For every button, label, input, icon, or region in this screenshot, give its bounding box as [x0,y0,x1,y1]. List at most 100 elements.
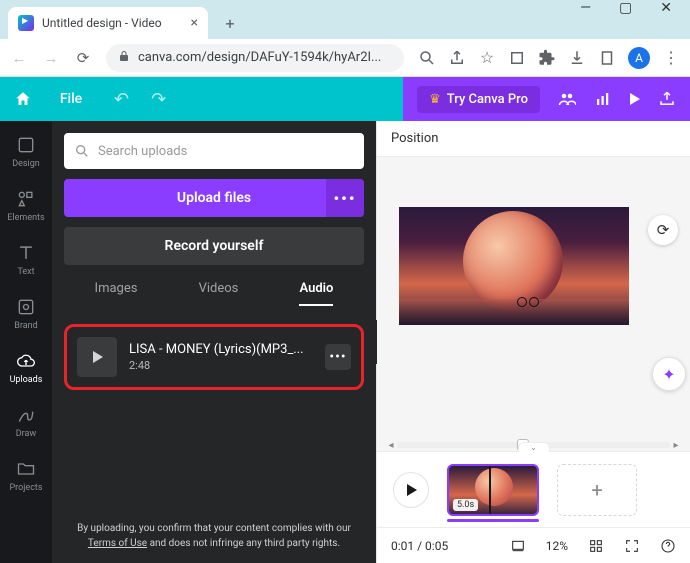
add-page-button[interactable]: + [557,464,637,516]
tab-close-icon[interactable]: × [191,15,198,31]
zoom-icon[interactable] [418,49,436,67]
new-tab-button[interactable]: + [216,9,244,37]
canvas-page[interactable] [399,207,629,325]
search-icon [74,143,90,159]
extensions-icon[interactable] [508,49,526,67]
nav-back-icon[interactable]: ← [10,49,28,67]
file-menu[interactable]: File [46,77,96,121]
toolbar-icons: ☆ A ⋮ [418,47,680,69]
kebab-menu-icon[interactable]: ⋮ [662,49,680,67]
rail-projects[interactable]: Projects [10,459,43,493]
app-header: File ↶ ↷ ♛ Try Canva Pro [0,77,690,121]
try-canva-pro-button[interactable]: ♛ Try Canva Pro [417,86,540,113]
url-text: canva.com/design/DAFuY-1594k/hyAr2I... [138,50,381,65]
search-input[interactable]: Search uploads [64,133,364,169]
bookmark-star-icon[interactable]: ☆ [478,49,496,67]
crown-icon: ♛ [429,92,441,107]
redo-icon[interactable]: ↷ [151,89,166,110]
profile-avatar[interactable]: A [628,47,650,69]
present-play-icon[interactable] [630,93,640,105]
rail-brand[interactable]: Brand [14,297,37,331]
rail-elements[interactable]: Elements [7,189,44,223]
canvas-viewport[interactable]: ⟳ ✦ ◂ ▸ [377,157,690,451]
clip-duration-badge: 5.0s [453,499,478,511]
rail-uploads-label: Uploads [10,375,43,385]
timeline: ⌄ 5.0s + [377,451,690,527]
rail-uploads[interactable]: Uploads [10,351,43,385]
audio-duration: 2:48 [129,359,313,372]
play-icon [93,351,103,363]
nav-reload-icon[interactable]: ⟳ [74,49,92,67]
window-controls: — ▢ ✕ [580,0,690,18]
clip-thumbnail [475,468,513,506]
upload-files-label: Upload files [177,190,251,206]
bottom-bar: 0:01 / 0:05 12% [377,527,690,563]
upload-files-button[interactable]: Upload files ••• [64,179,364,217]
rail-draw-label: Draw [16,429,36,439]
main-row: Design Elements Text Brand Uploads Draw … [0,121,690,563]
audio-play-button[interactable] [77,337,117,377]
try-pro-label: Try Canva Pro [447,92,528,107]
tab-videos[interactable]: Videos [199,281,239,306]
upload-more-button[interactable]: ••• [326,179,364,217]
nav-forward-icon[interactable]: → [42,49,60,67]
timeline-play-button[interactable] [393,472,429,508]
artwork-moon [463,211,563,311]
magic-button[interactable]: ✦ [652,357,686,391]
tab-images[interactable]: Images [95,281,138,306]
notes-icon[interactable] [510,538,526,554]
timeline-clip[interactable]: 5.0s [447,464,539,516]
terms-of-use-link[interactable]: Terms of Use [88,538,147,549]
record-yourself-button[interactable]: Record yourself [64,227,364,265]
zoom-level[interactable]: 12% [546,539,568,553]
position-button[interactable]: Position [391,131,438,146]
audio-upload-item[interactable]: LISA - MONEY (Lyrics)(MP3_... 2:48 ••• [64,324,364,390]
home-button[interactable] [0,77,46,121]
rail-design-label: Design [12,159,40,169]
rotate-page-button[interactable]: ⟳ [648,215,678,245]
rail-text-label: Text [17,267,34,277]
rail-design[interactable]: Design [12,135,40,169]
timeline-clip-wrap: 5.0s [447,464,539,516]
rail-brand-label: Brand [14,321,37,331]
window-close[interactable]: ✕ [660,0,672,18]
share-icon[interactable] [448,49,466,67]
artwork-reflection [399,299,629,325]
timeline-playhead[interactable] [489,464,491,516]
header-right: ♛ Try Canva Pro [403,77,690,121]
grid-view-icon[interactable] [588,538,604,554]
rail-elements-label: Elements [7,213,44,223]
audio-meta: LISA - MONEY (Lyrics)(MP3_... 2:48 [129,342,313,372]
puzzle-icon[interactable] [538,49,556,67]
rail-text[interactable]: Text [16,243,36,277]
share-publish-icon[interactable] [658,90,676,108]
fullscreen-icon[interactable] [624,538,640,554]
scroll-left-icon[interactable]: ◂ [385,440,397,451]
canvas-toolbar: Position [377,121,690,157]
browser-tab[interactable]: Untitled design - Video × [8,7,208,39]
audio-title: LISA - MONEY (Lyrics)(MP3_... [129,342,313,357]
canvas-area: Position ⟳ ✦ ◂ ▸ ⌄ 5.0s [376,121,690,563]
playback-time: 0:01 / 0:05 [391,539,448,553]
reader-icon[interactable] [598,49,616,67]
clip-selection-underline [447,519,539,522]
tab-title: Untitled design - Video [42,16,162,30]
undo-icon[interactable]: ↶ [114,89,129,110]
rail-draw[interactable]: Draw [16,405,36,439]
analytics-icon[interactable] [594,90,612,108]
collaborators-icon[interactable] [558,90,576,108]
browser-toolbar: ← → ⟳ canva.com/design/DAFuY-1594k/hyAr2… [0,39,690,77]
panel-tabs: Images Videos Audio [64,281,364,306]
uploads-panel: Search uploads Upload files ••• Record y… [52,121,376,563]
help-icon[interactable] [660,538,676,554]
window-maximize[interactable]: ▢ [619,0,632,18]
tab-audio[interactable]: Audio [299,281,333,306]
window-minimize[interactable]: — [580,0,591,18]
timeline-collapse-handle[interactable]: ⌄ [518,442,550,452]
download-icon[interactable] [568,49,586,67]
address-bar[interactable]: canva.com/design/DAFuY-1594k/hyAr2I... [106,44,404,72]
search-placeholder: Search uploads [98,144,187,159]
lock-icon [118,50,130,66]
audio-more-button[interactable]: ••• [325,344,351,370]
scroll-right-icon[interactable]: ▸ [670,440,682,451]
